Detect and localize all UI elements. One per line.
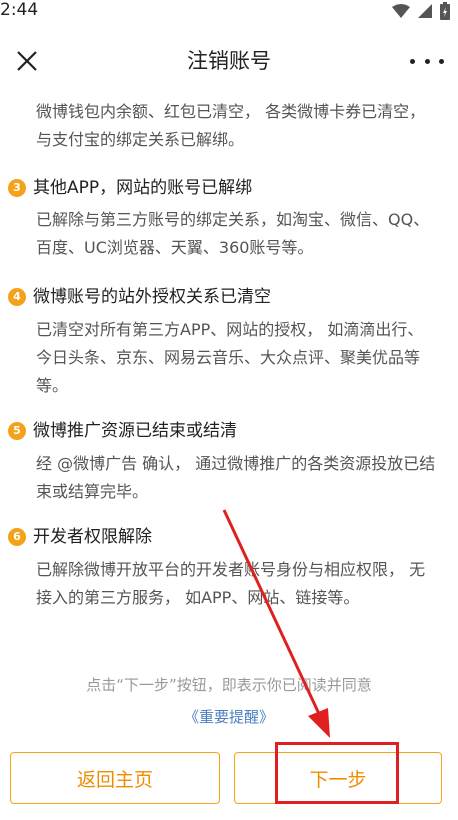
item-5-number: 5: [8, 422, 26, 440]
back-home-button[interactable]: 返回主页: [10, 752, 220, 804]
more-icon[interactable]: [410, 46, 444, 76]
important-notice-link[interactable]: 《重要提醒》: [0, 704, 458, 730]
status-bar: 2:44: [0, 0, 458, 24]
item-3-title-text: 其他APP，网站的账号已解绑: [33, 178, 253, 198]
annotation-highlight-box: [275, 742, 399, 804]
status-time: 2:44: [0, 0, 39, 20]
item-4-title-text: 微博账号的站外授权关系已清空: [33, 287, 271, 307]
nav-bar: 注销账号: [0, 24, 458, 96]
intro-text: 微博钱包内余额、红包已清空， 各类微博卡券已清空， 与支付宝的绑定关系已解绑。: [36, 102, 426, 149]
item-6-title-text: 开发者权限解除: [33, 527, 152, 547]
wifi-icon: [392, 4, 410, 18]
item-4-desc: 已清空对所有第三方APP、网站的授权， 如滴滴出行、今日头条、京东、网易云音乐、…: [36, 320, 424, 395]
item-5-desc: 经 @微博广告 确认， 通过微博推广的各类资源投放已结束或结算完毕。: [36, 454, 436, 501]
signal-icon: [418, 4, 432, 18]
page-title: 注销账号: [187, 49, 271, 73]
item-4-number: 4: [8, 288, 26, 306]
item-6-number: 6: [8, 528, 26, 546]
item-5-title: 5 微博推广资源已结束或结清: [8, 418, 237, 444]
item-4-title: 4 微博账号的站外授权关系已清空: [8, 284, 271, 310]
battery-icon: [440, 2, 450, 20]
item-3-number: 3: [8, 179, 26, 197]
status-icons: [392, 2, 450, 20]
item-5-title-text: 微博推广资源已结束或结清: [33, 421, 237, 441]
item-6-title: 6 开发者权限解除: [8, 524, 152, 550]
item-6-desc: 已解除微博开放平台的开发者账号身份与相应权限， 无接入的第三方服务， 如APP、…: [36, 560, 426, 607]
item-3-desc: 已解除与第三方账号的绑定关系，如淘宝、微信、QQ、百度、UC浏览器、天翼、360…: [36, 210, 430, 257]
agreement-note: 点击“下一步”按钮，即表示你已阅读并同意: [86, 676, 372, 694]
item-3-title: 3 其他APP，网站的账号已解绑: [8, 175, 252, 201]
